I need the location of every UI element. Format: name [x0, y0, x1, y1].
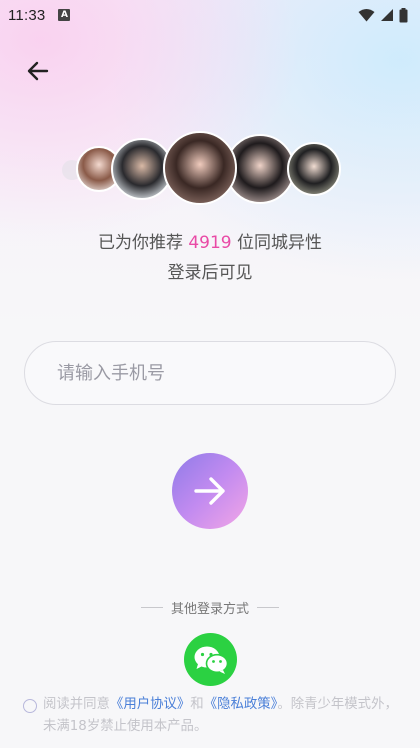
wechat-login-button[interactable] — [184, 633, 237, 686]
agreement-prefix: 阅读并同意 — [43, 697, 110, 712]
phone-field[interactable] — [24, 341, 396, 405]
divider-line — [140, 607, 163, 608]
agreement-checkbox[interactable] — [23, 699, 37, 713]
recommend-subline: 登录后可见 — [167, 263, 253, 283]
back-button[interactable] — [22, 55, 54, 87]
avatar — [111, 138, 173, 200]
a-icon: A — [58, 9, 71, 21]
wifi-icon — [358, 9, 375, 22]
arrow-right-icon — [194, 477, 225, 505]
recommended-avatars — [0, 128, 420, 208]
wechat-icon — [194, 646, 228, 674]
other-login-divider: 其他登录方式 — [0, 598, 420, 617]
agreement: 阅读并同意《用户协议》和《隐私政策》。除青少年模式外，未满18岁禁止使用本产品。 — [23, 694, 403, 738]
arrow-left-icon — [27, 61, 49, 81]
avatar — [163, 131, 237, 205]
recommend-prefix: 已为你推荐 — [97, 233, 189, 253]
agreement-and: 和 — [190, 697, 204, 712]
other-login-label: 其他登录方式 — [170, 602, 249, 617]
battery-icon — [399, 7, 408, 22]
signal-icon — [381, 9, 393, 21]
status-bar: 11:33 A — [0, 0, 420, 30]
avatar — [287, 142, 341, 196]
submit-button[interactable] — [172, 453, 248, 529]
avatar-group — [62, 131, 341, 205]
recommend-headline: 已为你推荐 4919 位同城异性 — [0, 230, 420, 256]
status-icons — [358, 7, 408, 23]
divider-line — [257, 607, 279, 608]
agreement-text: 阅读并同意《用户协议》和《隐私政策》。除青少年模式外，未满18岁禁止使用本产品。 — [43, 694, 403, 738]
status-time: 11:33 — [8, 6, 46, 24]
recommend-count: 4919 — [188, 233, 232, 253]
privacy-policy-link[interactable]: 《隐私政策》 — [204, 697, 278, 712]
user-agreement-link[interactable]: 《用户协议》 — [110, 697, 190, 712]
recommend-suffix: 位同城异性 — [231, 233, 323, 253]
phone-input[interactable] — [57, 362, 357, 384]
